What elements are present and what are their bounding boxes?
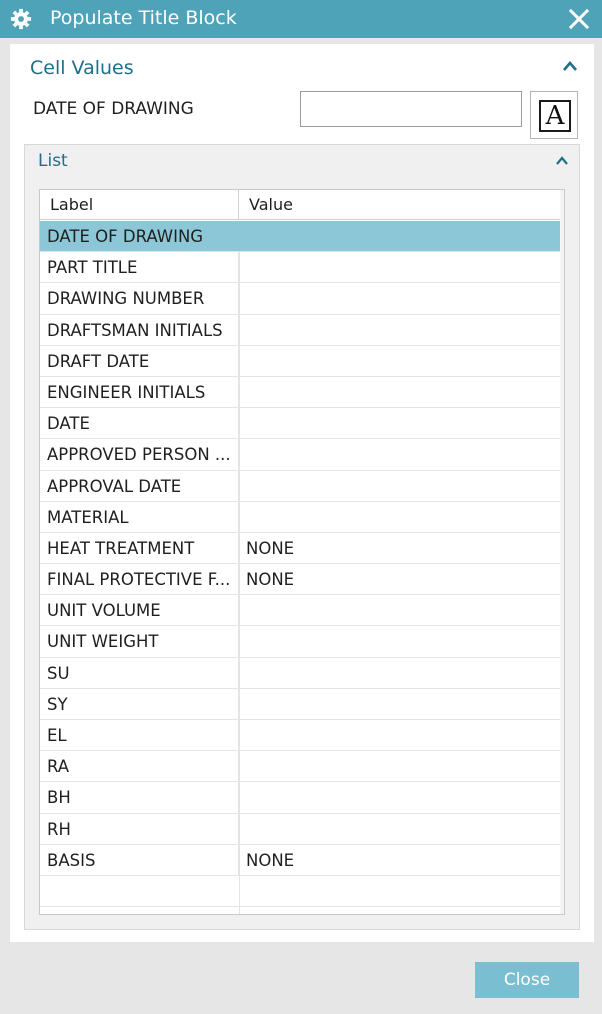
row-value-cell[interactable]: [239, 471, 564, 501]
row-value-cell[interactable]: [239, 502, 564, 532]
close-button[interactable]: Close: [475, 962, 579, 998]
row-label-cell: SU: [40, 657, 239, 688]
row-value-cell[interactable]: [239, 221, 564, 251]
chevron-up-icon[interactable]: [562, 60, 578, 72]
row-label-cell: HEAT TREATMENT: [40, 532, 239, 564]
column-header-value[interactable]: Value: [239, 190, 564, 220]
window-title: Populate Title Block: [50, 7, 237, 29]
row-label-cell: FINAL PROTECTIVE F...: [40, 564, 239, 595]
table-row[interactable]: DRAWING NUMBER: [40, 283, 564, 315]
row-label-cell: EL: [40, 720, 239, 751]
row-label-cell: UNIT WEIGHT: [40, 626, 239, 657]
table-row[interactable]: SU: [40, 657, 564, 689]
list-title: List: [38, 151, 68, 171]
row-value-cell[interactable]: [239, 595, 564, 625]
row-label-cell: PART TITLE: [40, 252, 239, 283]
row-label-cell: MATERIAL: [40, 501, 239, 532]
dialog-body: Cell Values DATE OF DRAWING A List Label…: [10, 44, 594, 942]
table-row[interactable]: DRAFTSMAN INITIALS: [40, 314, 564, 346]
table-row[interactable]: BH: [40, 782, 564, 814]
table-row[interactable]: HEAT TREATMENT NONE: [40, 532, 564, 565]
row-value-cell[interactable]: NONE: [239, 564, 564, 594]
list-header[interactable]: List: [25, 145, 579, 179]
row-value-cell[interactable]: [239, 689, 564, 719]
table-row[interactable]: RH: [40, 813, 564, 845]
row-label-cell: DRAFTSMAN INITIALS: [40, 314, 239, 345]
date-of-drawing-label: DATE OF DRAWING: [33, 99, 194, 119]
row-label-cell: APPROVED PERSON ...: [40, 439, 239, 470]
table-row[interactable]: SY: [40, 688, 564, 720]
gear-icon: [10, 8, 32, 30]
row-value-cell[interactable]: NONE: [239, 845, 564, 875]
row-label-cell: RA: [40, 751, 239, 782]
row-value-cell[interactable]: [239, 315, 564, 345]
row-value-cell[interactable]: [239, 346, 564, 376]
row-label-cell: APPROVAL DATE: [40, 470, 239, 501]
table-header: Label Value: [40, 190, 564, 220]
column-header-label[interactable]: Label: [40, 190, 239, 220]
row-label-cell: BASIS: [40, 844, 239, 875]
row-label-cell: RH: [40, 813, 239, 844]
table-row[interactable]: RA: [40, 751, 564, 783]
row-label-cell: DATE: [40, 408, 239, 439]
row-label-cell: DATE OF DRAWING: [40, 221, 239, 252]
table-row[interactable]: UNIT VOLUME: [40, 595, 564, 627]
table-row[interactable]: ENGINEER INITIALS: [40, 376, 564, 409]
close-icon[interactable]: [568, 8, 590, 30]
row-label-cell: DRAFT DATE: [40, 345, 239, 376]
row-label-cell: BH: [40, 782, 239, 813]
cell-values-header[interactable]: Cell Values: [20, 50, 586, 84]
row-label-cell: ENGINEER INITIALS: [40, 376, 239, 408]
font-style-button[interactable]: A: [530, 91, 578, 139]
row-value-cell[interactable]: [239, 377, 564, 407]
table-row[interactable]: FINAL PROTECTIVE F... NONE: [40, 564, 564, 596]
row-value-cell[interactable]: [239, 751, 564, 781]
list-group: List Label Value DATE OF DRAWING PART TIT…: [24, 144, 580, 930]
table-body: DATE OF DRAWING PART TITLE DRAWING NUMBER D…: [40, 221, 564, 914]
table-row[interactable]: DRAFT DATE: [40, 345, 564, 377]
table-row[interactable]: EL: [40, 720, 564, 752]
table-row[interactable]: UNIT WEIGHT: [40, 626, 564, 658]
table-row[interactable]: APPROVED PERSON ...: [40, 439, 564, 471]
empty-row: [40, 907, 564, 914]
date-of-drawing-input[interactable]: [300, 91, 522, 127]
row-value-cell[interactable]: [239, 252, 564, 282]
row-value-cell[interactable]: [239, 658, 564, 688]
table-row[interactable]: MATERIAL: [40, 501, 564, 533]
scrollbar[interactable]: [560, 190, 564, 914]
font-letter-icon: A: [539, 100, 571, 132]
table-row[interactable]: DATE: [40, 408, 564, 440]
row-value-cell[interactable]: [239, 814, 564, 844]
row-value-cell[interactable]: [239, 626, 564, 656]
row-label-cell: DRAWING NUMBER: [40, 283, 239, 314]
row-value-cell[interactable]: NONE: [239, 533, 564, 563]
row-value-cell[interactable]: [239, 283, 564, 313]
chevron-up-icon[interactable]: [555, 155, 569, 166]
row-label-cell: SY: [40, 688, 239, 719]
section-title: Cell Values: [30, 57, 134, 79]
row-value-cell[interactable]: [239, 720, 564, 750]
row-value-cell[interactable]: [239, 408, 564, 438]
table-row[interactable]: PART TITLE: [40, 252, 564, 284]
row-label-cell: UNIT VOLUME: [40, 595, 239, 626]
empty-row: [40, 876, 564, 908]
title-bar: Populate Title Block: [0, 0, 602, 38]
table-row[interactable]: DATE OF DRAWING: [40, 221, 564, 253]
row-value-cell[interactable]: [239, 782, 564, 812]
row-value-cell[interactable]: [239, 439, 564, 469]
table-row[interactable]: BASIS NONE: [40, 844, 564, 876]
table-row[interactable]: APPROVAL DATE: [40, 470, 564, 502]
cell-values-table: Label Value DATE OF DRAWING PART TITLE DRA…: [39, 189, 565, 915]
